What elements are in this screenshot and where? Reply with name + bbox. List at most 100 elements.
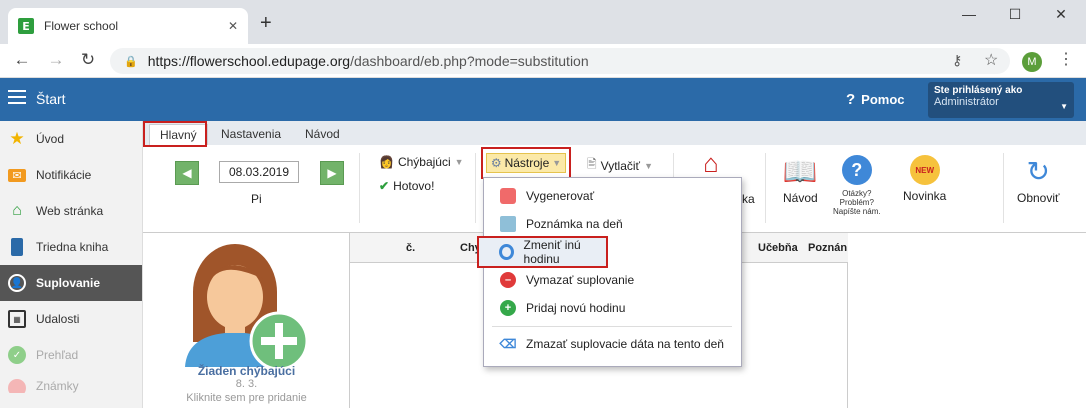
menu-dots-icon[interactable]: ⋮	[1058, 49, 1074, 69]
maximize-icon[interactable]: ☐	[1000, 6, 1030, 23]
tools-dropdown-menu: Vygenerovať Poznámka na deň Zmeniť inú h…	[483, 177, 742, 367]
done-button[interactable]: ✔ Hotovo!	[379, 179, 434, 193]
key-icon[interactable]: ⚷	[952, 52, 962, 69]
next-day-button[interactable]: ▶	[320, 161, 344, 185]
close-window-icon[interactable]: ✕	[1046, 6, 1076, 23]
question-line-1: Otázky?	[842, 189, 872, 198]
reload-icon[interactable]: ↻	[76, 50, 100, 70]
change-lesson-highlight[interactable]: Zmeniť inú hodinu	[477, 236, 608, 268]
user-role: Administrátor	[934, 96, 999, 108]
back-icon[interactable]: ←	[10, 50, 34, 70]
sidebar-item-prehlad[interactable]: ✓ Prehľad	[0, 337, 142, 373]
absent-teacher-panel[interactable]: Žiaden chýbajúci 8. 3. Kliknite sem pre …	[143, 233, 350, 408]
book-icon	[11, 238, 23, 256]
date-field[interactable]: 08.03.2019	[219, 161, 299, 183]
print-button[interactable]: 🖹 Vytlačiť ▼	[587, 155, 653, 176]
sidebar-item-web-stranka[interactable]: ⌂ Web stránka	[0, 193, 142, 229]
partial-label: ka	[742, 192, 755, 206]
profile-avatar[interactable]: M	[1022, 52, 1042, 72]
tab-nastavenia[interactable]: Nastavenia	[211, 124, 291, 145]
sidebar-item-label: Web stránka	[36, 204, 104, 218]
calendar-icon: ▦	[8, 310, 26, 328]
close-tab-icon[interactable]: ✕	[228, 19, 238, 33]
menu-item-label: Pridaj novú hodinu	[526, 301, 626, 315]
question-line-2: Problém?	[839, 198, 874, 207]
sidebar-item-label: Úvod	[36, 132, 65, 146]
guide-label: Návod	[783, 191, 818, 205]
done-label: Hotovo!	[393, 179, 435, 193]
column-header-classroom[interactable]: Učebňa	[758, 242, 798, 254]
previous-day-button[interactable]: ◀	[175, 161, 199, 185]
hamburger-menu-icon[interactable]	[8, 90, 26, 108]
browser-tab[interactable]: E Flower school ✕	[8, 8, 248, 44]
star-icon: ★	[9, 129, 25, 148]
address-bar: ← → ↻ 🔒 https://flowerschool.edupage.org…	[0, 44, 1086, 78]
plus-circle-icon: +	[500, 300, 516, 316]
sidebar-item-triedna-kniha[interactable]: Triedna kniha	[0, 229, 142, 265]
refresh-icon: ↻	[1026, 155, 1050, 187]
sidebar-item-label: Suplovanie	[36, 276, 101, 290]
column-header-note[interactable]: Poznán	[808, 242, 847, 254]
menu-item-day-note[interactable]: Poznámka na deň	[484, 210, 741, 238]
teacher-avatar-icon	[185, 244, 309, 367]
question-line-3: Napíšte nám.	[833, 207, 881, 216]
news-label: Novinka	[903, 189, 947, 203]
minus-circle-icon: –	[500, 272, 516, 288]
question-icon: ?	[841, 155, 872, 185]
menu-item-label: Zmeniť inú hodinu	[523, 238, 581, 266]
ribbon-divider	[765, 153, 766, 223]
help-label: Pomoc	[861, 92, 905, 107]
dropdown-arrow-icon: ▼	[454, 157, 464, 167]
user-role-select[interactable]: Ste prihlásený ako Administrátor ▼	[928, 82, 1074, 118]
ribbon-divider	[1003, 153, 1004, 223]
column-header-number[interactable]: č.	[406, 242, 415, 254]
new-badge-icon: NEW	[909, 155, 940, 185]
sidebar-item-label: Známky	[36, 379, 79, 393]
browser-tab-bar: E Flower school ✕ + — ☐ ✕	[0, 0, 1086, 44]
news-button[interactable]: NEW Novinka	[903, 155, 946, 203]
triangle-right-icon: ▶	[327, 166, 337, 180]
new-tab-icon[interactable]: +	[260, 12, 272, 35]
sidebar-item-uvod[interactable]: ★ Úvod	[0, 121, 142, 157]
print-label: Vytlačiť	[600, 158, 641, 173]
url-text: https://flowerschool.edupage.org/dashboa…	[148, 53, 589, 69]
menu-item-label: Zmazať suplovacie dáta na tento deň	[526, 337, 724, 351]
note-icon	[500, 216, 516, 232]
chevron-down-icon: ▼	[1060, 102, 1068, 111]
menu-item-generate[interactable]: Vygenerovať	[484, 182, 741, 210]
sidebar-item-znamky[interactable]: Známky	[0, 373, 142, 393]
menu-item-delete-substitution[interactable]: – Vymazať suplovanie	[484, 266, 741, 294]
sidebar-item-notifikacie[interactable]: ✉ Notifikácie	[0, 157, 142, 193]
add-hint-label: Kliknite sem pre pridanie	[186, 392, 307, 404]
minimize-icon[interactable]: —	[954, 6, 984, 22]
url-path: /dashboard/eb.php?mode=substitution	[350, 53, 589, 69]
sidebar-item-udalosti[interactable]: ▦ Udalosti	[0, 301, 142, 337]
grades-icon	[8, 379, 26, 393]
sidebar-item-label: Udalosti	[36, 312, 80, 326]
bookmark-star-icon[interactable]: ☆	[984, 50, 998, 70]
sidebar-item-suplovanie[interactable]: 👤 Suplovanie	[0, 265, 142, 301]
menu-item-add-lesson[interactable]: + Pridaj novú hodinu	[484, 294, 741, 322]
refresh-button[interactable]: ↻ Obnoviť	[1017, 155, 1060, 206]
no-absent-label: Žiaden chýbajúci	[197, 364, 296, 378]
ribbon-tab-bar: Hlavný Nastavenia Návod	[143, 121, 1086, 145]
url-input[interactable]: 🔒 https://flowerschool.edupage.org/dashb…	[110, 48, 1010, 74]
app-header: Štart ? Pomoc Ste prihlásený ako Administ…	[0, 78, 1086, 121]
forward-icon[interactable]: →	[44, 50, 68, 70]
tab-navod[interactable]: Návod	[295, 124, 350, 145]
envelope-icon: ✉	[8, 168, 26, 182]
menu-item-clear-day-data[interactable]: ⌫ Zmazať suplovacie dáta na tento deň	[484, 330, 741, 358]
help-link[interactable]: ? Pomoc	[846, 91, 905, 108]
hlavny-tab-highlight	[143, 121, 207, 147]
home-icon: ⌂	[12, 202, 22, 219]
dropdown-arrow-icon: ▼	[552, 158, 562, 168]
guide-button[interactable]: 📖 Návod	[783, 155, 818, 206]
absent-button[interactable]: 👩 Chýbajúci ▼	[379, 155, 464, 169]
cycle-icon	[499, 244, 514, 260]
menu-divider	[492, 326, 732, 327]
question-button[interactable]: ? Otázky? Problém? Napíšte nám.	[833, 155, 881, 216]
sidebar: ★ Úvod ✉ Notifikácie ⌂ Web stránka Tried…	[0, 121, 143, 408]
tools-button[interactable]: ⚙ Nástroje ▼	[481, 147, 571, 179]
checkmark-icon: ✔	[379, 179, 390, 193]
start-label[interactable]: Štart	[36, 91, 66, 107]
